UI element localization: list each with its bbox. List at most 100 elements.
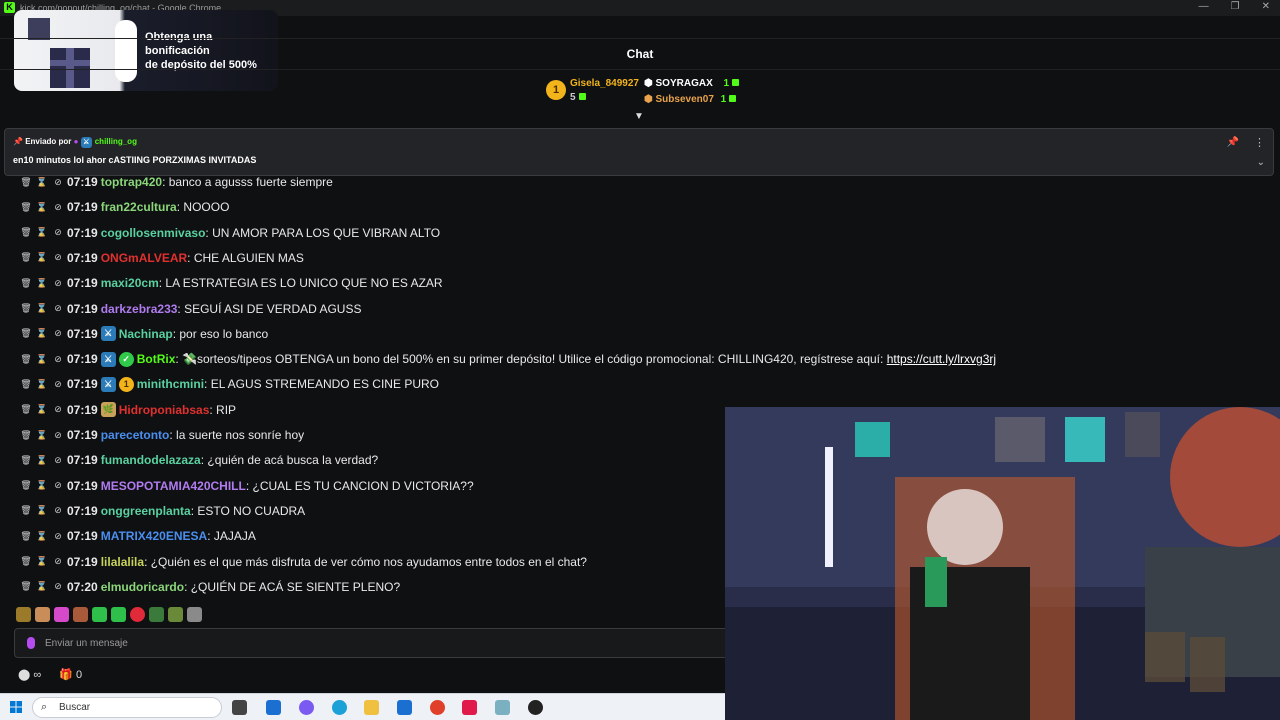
timeout-icon[interactable]: ⌛ <box>34 227 50 238</box>
file-explorer-icon[interactable] <box>364 700 379 715</box>
timeout-icon[interactable]: ⌛ <box>34 379 50 390</box>
ban-icon[interactable]: ⊘ <box>50 303 66 314</box>
obs-icon[interactable] <box>528 700 543 715</box>
task-view-icon[interactable] <box>232 700 247 715</box>
message-username[interactable]: maxi20cm <box>101 276 159 290</box>
ban-icon[interactable]: ⊘ <box>50 379 66 390</box>
delete-message-icon[interactable]: 🗑 <box>18 430 34 441</box>
ban-icon[interactable]: ⊘ <box>50 531 66 542</box>
message-username[interactable]: elmudoricardo <box>101 580 184 594</box>
message-username[interactable]: minithcmini <box>137 377 204 391</box>
emote-icon[interactable] <box>73 607 88 622</box>
windows-start-icon[interactable] <box>10 701 22 713</box>
delete-message-icon[interactable]: 🗑 <box>18 455 34 466</box>
message-username[interactable]: toptrap420 <box>101 175 162 189</box>
message-username[interactable]: fran22cultura <box>101 200 177 214</box>
ban-icon[interactable]: ⊘ <box>50 278 66 289</box>
message-username[interactable]: BotRix <box>137 352 176 366</box>
ban-icon[interactable]: ⊘ <box>50 404 66 415</box>
scroll-down-icon[interactable]: ▼ <box>634 112 646 122</box>
ban-icon[interactable]: ⊘ <box>50 556 66 567</box>
restore-icon[interactable]: ❐ <box>1231 1 1240 12</box>
taskbar-search[interactable]: ⌕ Buscar <box>32 697 222 718</box>
delete-message-icon[interactable]: 🗑 <box>18 379 34 390</box>
timeout-icon[interactable]: ⌛ <box>34 556 50 567</box>
timeout-icon[interactable]: ⌛ <box>34 430 50 441</box>
timeout-icon[interactable]: ⌛ <box>34 177 50 188</box>
close-icon[interactable]: ✕ <box>1262 1 1270 12</box>
emote-icon[interactable] <box>187 607 202 622</box>
chrome-icon[interactable] <box>430 700 445 715</box>
more-options-icon[interactable]: ⋮ <box>1254 136 1265 149</box>
timeout-icon[interactable]: ⌛ <box>34 303 50 314</box>
outlook-icon[interactable] <box>397 700 412 715</box>
message-username[interactable]: lilalalila <box>101 555 144 569</box>
emote-icon[interactable] <box>54 607 69 622</box>
message-username[interactable]: MATRIX420ENESA <box>101 529 207 543</box>
message-username[interactable]: MESOPOTAMIA420CHILL <box>101 479 246 493</box>
ban-icon[interactable]: ⊘ <box>50 252 66 263</box>
mic-icon[interactable] <box>27 637 35 649</box>
message-username[interactable]: parecetonto <box>101 428 170 442</box>
timeout-icon[interactable]: ⌛ <box>34 455 50 466</box>
ban-icon[interactable]: ⊘ <box>50 455 66 466</box>
ban-icon[interactable]: ⊘ <box>50 328 66 339</box>
gift-count[interactable]: 🎁 0 <box>59 668 82 681</box>
timeout-icon[interactable]: ⌛ <box>34 404 50 415</box>
store-icon[interactable] <box>266 700 281 715</box>
emote-icon[interactable] <box>35 607 50 622</box>
edge-icon[interactable] <box>332 700 347 715</box>
timeout-icon[interactable]: ⌛ <box>34 581 50 592</box>
emote-icon[interactable] <box>168 607 183 622</box>
message-username[interactable]: cogollosenmivaso <box>101 226 206 240</box>
message-username[interactable]: onggreenplanta <box>101 504 191 518</box>
delete-message-icon[interactable]: 🗑 <box>18 328 34 339</box>
ban-icon[interactable]: ⊘ <box>50 430 66 441</box>
pin-icon[interactable]: 📌 <box>1227 137 1239 148</box>
ban-icon[interactable]: ⊘ <box>50 227 66 238</box>
ban-icon[interactable]: ⊘ <box>50 505 66 516</box>
message-username[interactable]: darkzebra233 <box>101 302 178 316</box>
timeout-icon[interactable]: ⌛ <box>34 252 50 263</box>
pinned-user[interactable]: chilling_og <box>95 137 137 146</box>
message-input[interactable] <box>45 634 645 652</box>
emote-icon[interactable] <box>111 607 126 622</box>
delete-message-icon[interactable]: 🗑 <box>18 303 34 314</box>
delete-message-icon[interactable]: 🗑 <box>18 278 34 289</box>
delete-message-icon[interactable]: 🗑 <box>18 227 34 238</box>
message-username[interactable]: fumandodelazaza <box>101 453 201 467</box>
timeout-icon[interactable]: ⌛ <box>34 328 50 339</box>
emote-icon[interactable] <box>130 607 145 622</box>
copilot-icon[interactable] <box>299 700 314 715</box>
delete-message-icon[interactable]: 🗑 <box>18 531 34 542</box>
stream-video-overlay[interactable] <box>725 407 1280 720</box>
channel-points[interactable]: ⬤ ∞ <box>18 668 41 681</box>
delete-message-icon[interactable]: 🗑 <box>18 202 34 213</box>
delete-message-icon[interactable]: 🗑 <box>18 505 34 516</box>
message-username[interactable]: Hidroponiabsas <box>119 403 210 417</box>
timeout-icon[interactable]: ⌛ <box>34 202 50 213</box>
emote-icon[interactable] <box>149 607 164 622</box>
delete-message-icon[interactable]: 🗑 <box>18 252 34 263</box>
message-link[interactable]: https://cutt.ly/lrxvg3rj <box>887 352 996 366</box>
app-icon[interactable] <box>495 700 510 715</box>
ban-icon[interactable]: ⊘ <box>50 177 66 188</box>
delete-message-icon[interactable]: 🗑 <box>18 177 34 188</box>
ban-icon[interactable]: ⊘ <box>50 202 66 213</box>
leaderboard-second-user[interactable]: ⬢ SOYRAGAX 1 <box>644 78 740 89</box>
delete-message-icon[interactable]: 🗑 <box>18 354 34 365</box>
minimize-icon[interactable]: — <box>1199 1 1209 12</box>
delete-message-icon[interactable]: 🗑 <box>18 556 34 567</box>
timeout-icon[interactable]: ⌛ <box>34 278 50 289</box>
chevron-down-icon[interactable]: ⌄ <box>1257 157 1265 168</box>
timeout-icon[interactable]: ⌛ <box>34 505 50 516</box>
delete-message-icon[interactable]: 🗑 <box>18 480 34 491</box>
delete-message-icon[interactable]: 🗑 <box>18 581 34 592</box>
emote-icon[interactable] <box>92 607 107 622</box>
ban-icon[interactable]: ⊘ <box>50 480 66 491</box>
leaderboard-third-user[interactable]: ⬢ Subseven07 1 <box>644 94 737 105</box>
ban-icon[interactable]: ⊘ <box>50 581 66 592</box>
timeout-icon[interactable]: ⌛ <box>34 354 50 365</box>
opera-icon[interactable] <box>462 700 477 715</box>
timeout-icon[interactable]: ⌛ <box>34 531 50 542</box>
